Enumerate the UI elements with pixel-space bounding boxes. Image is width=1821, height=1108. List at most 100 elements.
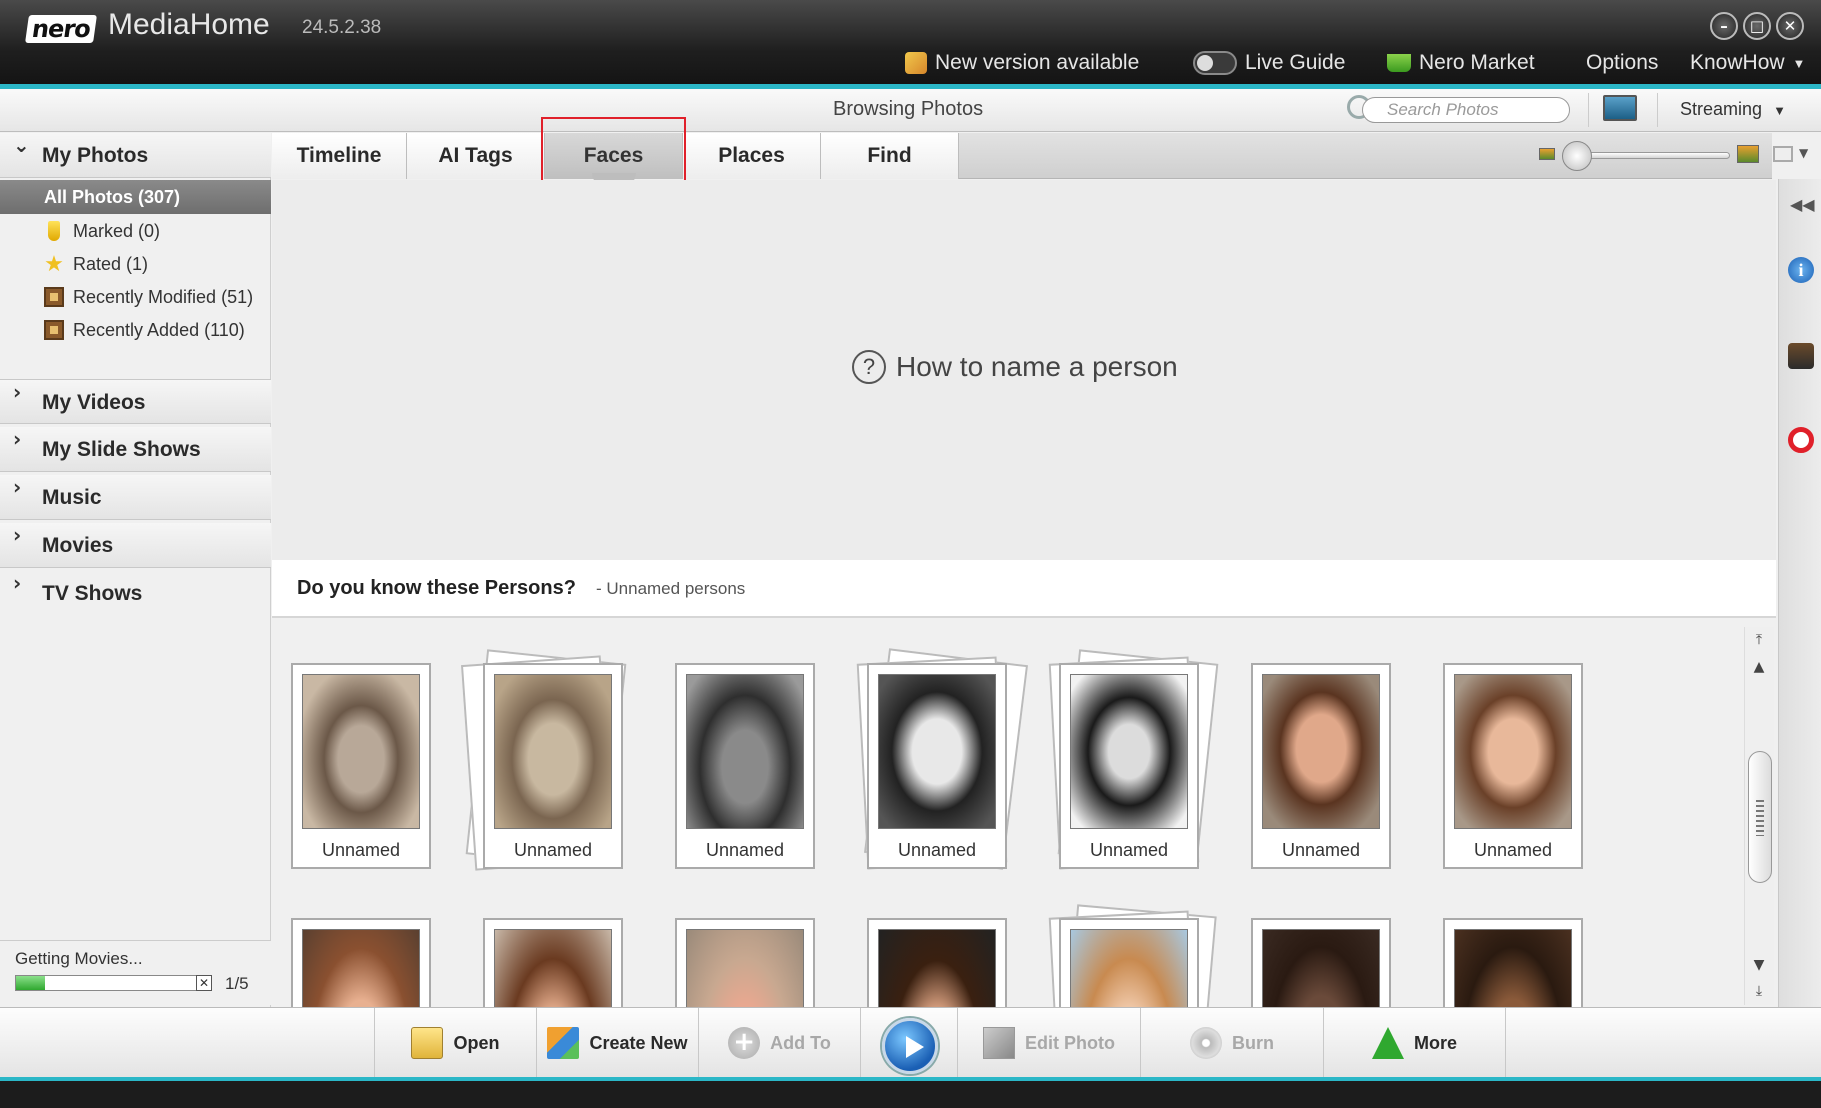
face-card[interactable]: Unnamed bbox=[867, 663, 1007, 869]
minimize-button[interactable]: – bbox=[1710, 12, 1738, 40]
face-name: Unnamed bbox=[1089, 840, 1169, 860]
faces-hint-area: ? How to name a person bbox=[272, 180, 1776, 560]
persons-subtitle: - Unnamed persons bbox=[596, 579, 746, 598]
chevron-right-icon: › bbox=[13, 380, 22, 404]
options-menu[interactable]: Options bbox=[1586, 51, 1658, 75]
face-photo bbox=[494, 674, 612, 829]
sidebar-item-all-photos[interactable]: All Photos (307) bbox=[0, 180, 271, 214]
face-card[interactable]: Unnamed bbox=[1059, 663, 1199, 869]
face-card[interactable] bbox=[675, 918, 815, 1007]
scroll-top-icon[interactable]: ⤒ bbox=[1750, 632, 1768, 648]
knowhow-menu[interactable]: KnowHow ▼ bbox=[1690, 51, 1805, 75]
add-to-button[interactable]: + Add To bbox=[698, 1008, 860, 1078]
zoom-slider[interactable] bbox=[1573, 152, 1730, 159]
live-guide-toggle[interactable]: Live Guide bbox=[1193, 51, 1345, 75]
title-bar: nero MediaHome 24.5.2.38 – □ ✕ New versi… bbox=[0, 0, 1821, 84]
tab-find[interactable]: Find bbox=[821, 133, 959, 179]
status-text: Getting Movies... bbox=[15, 949, 143, 968]
sidebar-item-marked[interactable]: Marked (0) bbox=[0, 215, 271, 247]
sidebar-section-my-slide-shows[interactable]: › My Slide Shows bbox=[0, 427, 271, 472]
face-card[interactable] bbox=[867, 918, 1007, 1007]
browsing-label: Browsing Photos bbox=[833, 98, 984, 120]
face-card[interactable] bbox=[483, 918, 623, 1007]
create-new-label: Create New bbox=[589, 1032, 688, 1053]
collapse-left-icon[interactable]: ◀◀ bbox=[1790, 195, 1815, 214]
sidebar-section-music[interactable]: › Music bbox=[0, 475, 271, 520]
face-card[interactable] bbox=[1443, 918, 1583, 1007]
burn-button[interactable]: Burn bbox=[1140, 1008, 1323, 1078]
new-version-link[interactable]: New version available bbox=[905, 51, 1139, 75]
chevron-right-icon: › bbox=[13, 523, 22, 547]
chevron-down-icon[interactable]: ▼ bbox=[1799, 146, 1808, 160]
sidebar-item-recently-modified[interactable]: Recently Modified (51) bbox=[0, 281, 271, 313]
sidebar-item-recently-added[interactable]: Recently Added (110) bbox=[0, 314, 271, 346]
sidebar-section-tv-shows[interactable]: › TV Shows bbox=[0, 571, 271, 616]
scroll-down-icon[interactable]: ▼ bbox=[1750, 957, 1768, 973]
chevron-down-icon: ⌄ bbox=[13, 133, 30, 157]
open-label: Open bbox=[453, 1032, 500, 1053]
cancel-icon[interactable]: ✕ bbox=[196, 975, 212, 991]
face-name: Unnamed bbox=[897, 840, 977, 860]
streaming-menu[interactable]: Streaming ▼ bbox=[1680, 99, 1786, 120]
sidebar-item-rated[interactable]: ★ Rated (1) bbox=[0, 248, 271, 280]
update-icon bbox=[905, 52, 927, 74]
add-to-label: Add To bbox=[770, 1032, 831, 1053]
app-version: 24.5.2.38 bbox=[302, 17, 382, 38]
face-card[interactable]: Unnamed bbox=[1251, 663, 1391, 869]
face-card[interactable]: Unnamed bbox=[483, 663, 623, 869]
divider bbox=[1657, 93, 1658, 127]
zoom-slider-handle[interactable] bbox=[1562, 141, 1592, 171]
chevron-down-icon: ▼ bbox=[1792, 55, 1806, 71]
more-button[interactable]: More bbox=[1323, 1008, 1506, 1078]
view-mode-icon[interactable] bbox=[1773, 146, 1793, 162]
persons-header: Do you know these Persons? - Unnamed per… bbox=[272, 560, 1776, 618]
open-button[interactable]: Open bbox=[374, 1008, 536, 1078]
nero-market-link[interactable]: Nero Market bbox=[1387, 51, 1535, 75]
help-icon: ? bbox=[852, 350, 886, 384]
info-icon[interactable]: i bbox=[1788, 257, 1814, 283]
star-icon: ★ bbox=[44, 251, 64, 276]
face-photo bbox=[302, 674, 420, 829]
scroll-bottom-icon[interactable]: ⤓ bbox=[1750, 983, 1768, 999]
maximize-button[interactable]: □ bbox=[1743, 12, 1771, 40]
face-card[interactable]: Unnamed bbox=[1443, 663, 1583, 869]
face-card[interactable] bbox=[1251, 918, 1391, 1007]
how-to-name-link[interactable]: ? How to name a person bbox=[852, 350, 1178, 384]
sidebar-section-movies[interactable]: › Movies bbox=[0, 523, 271, 568]
section-label: My Videos bbox=[42, 391, 146, 414]
play-button[interactable] bbox=[882, 1018, 938, 1074]
more-label: More bbox=[1413, 1032, 1457, 1053]
face-card[interactable] bbox=[1059, 918, 1199, 1007]
large-thumbnail-icon bbox=[1737, 145, 1759, 163]
section-label: My Photos bbox=[42, 144, 149, 167]
vertical-scrollbar[interactable]: ⤒ ▲ ▼ ⤓ bbox=[1744, 627, 1774, 1005]
face-card[interactable]: Unnamed bbox=[291, 663, 431, 869]
tab-timeline[interactable]: Timeline bbox=[272, 133, 407, 179]
face-photo bbox=[1262, 674, 1380, 829]
small-thumbnail-icon bbox=[1539, 148, 1555, 160]
tab-ai-tags[interactable]: AI Tags bbox=[407, 133, 545, 179]
face-name: Unnamed bbox=[1281, 840, 1361, 860]
section-label: Movies bbox=[42, 534, 114, 557]
face-card[interactable] bbox=[291, 918, 431, 1007]
streaming-label: Streaming bbox=[1680, 99, 1763, 119]
scrollbar-thumb[interactable] bbox=[1748, 751, 1772, 883]
sidebar-section-my-photos[interactable]: ⌄ My Photos bbox=[0, 133, 271, 178]
create-new-button[interactable]: Create New bbox=[536, 1008, 698, 1078]
face-photo bbox=[302, 929, 420, 1007]
monitor-icon[interactable] bbox=[1603, 95, 1637, 121]
section-label: Music bbox=[42, 486, 102, 509]
live-guide-label: Live Guide bbox=[1245, 51, 1346, 74]
edit-photo-button[interactable]: Edit Photo bbox=[957, 1008, 1140, 1078]
face-name: Unnamed bbox=[705, 840, 785, 860]
scroll-up-icon[interactable]: ▲ bbox=[1750, 659, 1768, 675]
face-card[interactable]: Unnamed bbox=[675, 663, 815, 869]
search-input[interactable]: Search Photos bbox=[1362, 97, 1570, 123]
add-person-icon[interactable] bbox=[1788, 343, 1814, 369]
knowhow-label: KnowHow bbox=[1690, 51, 1785, 74]
sidebar-section-my-videos[interactable]: › My Videos bbox=[0, 379, 271, 424]
tab-places[interactable]: Places bbox=[683, 133, 821, 179]
map-pin-icon[interactable] bbox=[1788, 427, 1814, 453]
toggle-switch-icon[interactable] bbox=[1193, 51, 1237, 75]
close-button[interactable]: ✕ bbox=[1776, 12, 1804, 40]
